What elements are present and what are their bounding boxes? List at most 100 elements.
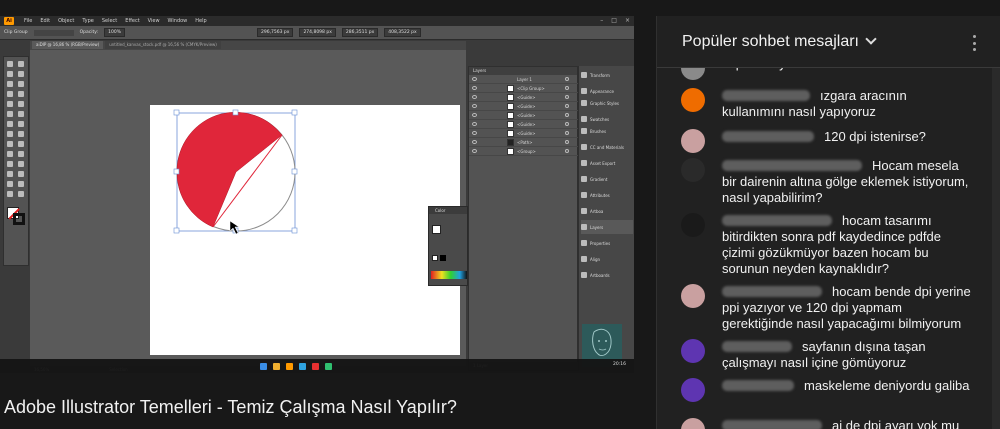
layer-row: <Group>: [469, 147, 579, 156]
zoom-tool-icon: [18, 191, 24, 197]
asset-export-icon: [581, 160, 587, 166]
dock-label: Swatches: [590, 116, 610, 122]
artboard-panel-icon: [581, 208, 587, 214]
avatar[interactable]: [681, 339, 705, 363]
video-player[interactable]: Ai File Edit Object Type Select Effect V…: [0, 16, 634, 373]
target-icon: [565, 77, 569, 81]
chevron-down-icon[interactable]: [865, 33, 877, 45]
stroke-swatch: [13, 213, 25, 225]
chat-header: Popüler sohbet mesajları: [657, 16, 1000, 68]
menu-item: Object: [58, 18, 75, 24]
avatar[interactable]: [681, 158, 705, 182]
layer-thumbnail: [507, 139, 514, 146]
dock-label: Brushes: [590, 128, 607, 134]
target-icon: [565, 131, 569, 135]
taskbar-folder-icon: [273, 362, 280, 370]
chat-scrollbar[interactable]: [992, 68, 1000, 429]
target-icon: [565, 149, 569, 153]
message-body: ai de dpi ayarı yok mu: [722, 418, 972, 429]
message-body: ızgara aracının kullanımını nasıl yapıyo…: [722, 88, 972, 120]
eye-icon: [472, 149, 477, 153]
color-panel: Color: [428, 206, 468, 286]
avatar[interactable]: [681, 88, 705, 112]
symbol-sprayer-icon: [7, 171, 13, 177]
transform-icon: [581, 72, 587, 78]
layer-row: <Path>: [469, 138, 579, 147]
document-tab: untitled_kanvas_stock.pdf @ 16,56 % (CMY…: [105, 41, 221, 49]
eye-icon: [472, 104, 477, 108]
dock-label: CC and Materials: [590, 144, 624, 150]
dock-item: CC and Materials: [581, 140, 633, 154]
handle: [232, 109, 239, 116]
canvas-area: [30, 50, 466, 366]
layer-row: <Clip Group>: [469, 84, 579, 93]
dock-label: Gradient: [590, 176, 608, 182]
avatar[interactable]: [681, 418, 705, 429]
shape-builder-icon: [7, 141, 13, 147]
paintbrush-icon: [18, 101, 24, 107]
message-body: sayfanın dışına taşan çalışmayı nasıl iç…: [722, 339, 972, 371]
chat-mode-label[interactable]: Popüler sohbet mesajları: [682, 33, 859, 51]
dock-item: Artboa: [581, 204, 633, 218]
author-name-blurred[interactable]: [722, 90, 810, 101]
author-name-blurred[interactable]: [722, 420, 822, 429]
line-tool-icon: [18, 91, 24, 97]
dock-item: Layers: [581, 220, 633, 234]
avatar[interactable]: [681, 129, 705, 153]
hand-tool-icon: [7, 191, 13, 197]
windows-taskbar: 20:16: [0, 359, 634, 373]
message-body: Hocam mesela bir dairenin altına gölge e…: [722, 158, 972, 206]
message-body: maskeleme deniyordu galiba: [722, 378, 972, 394]
layers-panel-title: Layers: [469, 67, 577, 75]
more-options-icon[interactable]: [973, 35, 977, 51]
graphic-styles-icon: [581, 100, 587, 106]
w-field: 286,3511 px: [341, 28, 379, 37]
author-name-blurred[interactable]: [722, 341, 792, 352]
dock-item: Gradient: [581, 172, 633, 186]
layer-name: <Guide>: [517, 95, 536, 100]
taskbar-app-icon: [325, 362, 332, 370]
menu-item: Edit: [40, 18, 51, 24]
taskbar-clock: 20:16: [613, 362, 626, 367]
scale-icon: [18, 121, 24, 127]
stroke-field: [33, 29, 74, 36]
maximize-icon: □: [611, 17, 617, 24]
author-name-blurred[interactable]: [722, 215, 832, 226]
avatar[interactable]: [681, 378, 705, 402]
minimize-icon: –: [600, 17, 604, 24]
layer-thumbnail: [507, 85, 514, 92]
illustrator-logo: Ai: [4, 17, 14, 25]
layer-name: <Group>: [517, 149, 536, 154]
artboard-tool-icon: [7, 181, 13, 187]
avatar[interactable]: [681, 284, 705, 308]
author-name-blurred[interactable]: [722, 160, 862, 171]
document-tab: aiDIP @ 16,86 % (RGB/Preview): [32, 41, 104, 49]
dock-label: Layers: [590, 224, 604, 230]
align-icon: [581, 256, 587, 262]
menu-item: View: [147, 18, 160, 24]
layer-thumbnail: [507, 94, 514, 101]
author-name-blurred[interactable]: [722, 131, 814, 142]
cc-materials-icon: [581, 144, 587, 150]
control-bar: Clip Group Opacity: 100% 296,7563 px 274…: [0, 26, 634, 40]
layer-name: <Clip Group>: [517, 86, 545, 91]
selection-tool-icon: [7, 61, 13, 67]
mesh-icon: [7, 151, 13, 157]
handle: [291, 109, 298, 116]
type-tool-icon: [7, 91, 13, 97]
message-body: hocam bende dpi yerine ppi yazıyor ve 12…: [722, 284, 972, 332]
message-body: 120 dpi istenirse?: [722, 129, 972, 145]
target-icon: [565, 95, 569, 99]
menu-item: Select: [101, 18, 118, 24]
dock-item: Brushes: [581, 124, 633, 138]
taskbar-illustrator-icon: [286, 362, 293, 370]
eye-icon: [472, 77, 477, 81]
taskbar-app-icon: [260, 362, 267, 370]
eye-icon: [472, 113, 477, 117]
avatar[interactable]: [681, 213, 705, 237]
author-name-blurred[interactable]: [722, 286, 822, 297]
color-spectrum: [431, 271, 467, 279]
dock-label: Artboards: [590, 272, 610, 278]
x-field: 296,7563 px: [257, 28, 294, 37]
author-name-blurred[interactable]: [722, 380, 794, 391]
